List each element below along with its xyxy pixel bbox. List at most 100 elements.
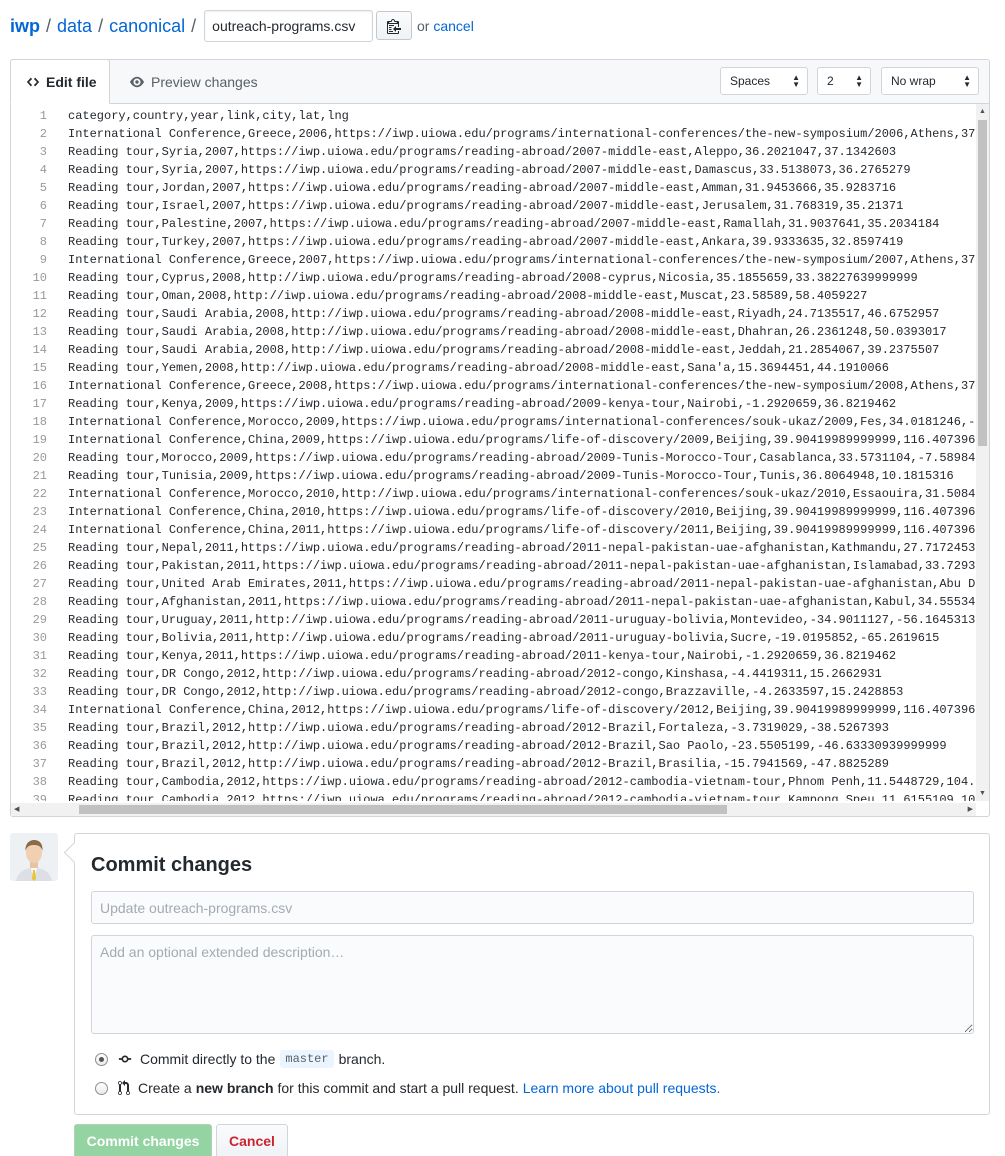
line-number: 25 bbox=[32, 541, 47, 555]
line-number: 23 bbox=[32, 505, 47, 519]
indent-size-value: 2 bbox=[827, 74, 834, 88]
line-text: category,country,year,link,city,lat,lng bbox=[68, 109, 349, 123]
line-text: Reading tour,Brazil,2012,http://iwp.uiow… bbox=[68, 721, 889, 735]
line-text: Reading tour,DR Congo,2012,http://iwp.ui… bbox=[68, 685, 904, 699]
line-text: Reading tour,Brazil,2012,http://iwp.uiow… bbox=[68, 757, 889, 771]
code-line: 25 Reading tour,Nepal,2011,https://iwp.ui… bbox=[11, 539, 989, 557]
line-text: International Conference,Morocco,2009,ht… bbox=[68, 415, 976, 429]
code-line: 35 Reading tour,Brazil,2012,http://iwp.ui… bbox=[11, 719, 989, 737]
code-line: 13 Reading tour,Saudi Arabia,2008,http://… bbox=[11, 323, 989, 341]
commit-description-textarea[interactable] bbox=[91, 935, 974, 1034]
line-text: International Conference,Greece,2006,htt… bbox=[68, 127, 976, 141]
line-number: 18 bbox=[32, 415, 47, 429]
scroll-right-icon[interactable]: ▶ bbox=[968, 805, 973, 813]
line-text: Reading tour,DR Congo,2012,http://iwp.ui… bbox=[68, 667, 882, 681]
line-text: Reading tour,Morocco,2009,https://iwp.ui… bbox=[68, 451, 976, 465]
horizontal-scrollbar[interactable]: ◀ ▶ bbox=[11, 803, 976, 816]
commit-new-suffix: for this commit and start a pull request… bbox=[277, 1080, 519, 1096]
line-number: 20 bbox=[32, 451, 47, 465]
code-line: 2 International Conference,Greece,2006,ht… bbox=[11, 125, 989, 143]
line-number: 15 bbox=[32, 361, 47, 375]
code-line: 29 Reading tour,Uruguay,2011,http://iwp.u… bbox=[11, 611, 989, 629]
or-text: or bbox=[417, 18, 430, 34]
vertical-scroll-thumb[interactable] bbox=[978, 120, 987, 446]
line-number: 21 bbox=[32, 469, 47, 483]
line-number: 17 bbox=[32, 397, 47, 411]
line-text: Reading tour,Syria,2007,https://iwp.uiow… bbox=[68, 145, 897, 159]
code-line: 3 Reading tour,Syria,2007,https://iwp.uio… bbox=[11, 143, 989, 161]
code-line: 18 International Conference,Morocco,2009,… bbox=[11, 413, 989, 431]
vertical-scrollbar[interactable]: ▲ ▼ bbox=[976, 104, 989, 801]
code-area[interactable]: 1 category,country,year,link,city,lat,lng… bbox=[11, 104, 989, 801]
file-editor: Edit file Preview changes Spaces ▲ ▼ 2 ▲ ▼… bbox=[10, 59, 990, 817]
code-line: 21 Reading tour,Tunisia,2009,https://iwp.… bbox=[11, 467, 989, 485]
line-number: 2 bbox=[39, 127, 47, 141]
breadcrumb-repo-link[interactable]: iwp bbox=[10, 16, 40, 37]
breadcrumb-data-link[interactable]: data bbox=[57, 16, 92, 37]
indent-size-select[interactable]: 2 ▲ ▼ bbox=[817, 67, 871, 95]
breadcrumb-separator: / bbox=[46, 15, 52, 36]
scroll-up-icon[interactable]: ▲ bbox=[979, 108, 986, 115]
clippy-icon bbox=[387, 18, 401, 34]
tab-edit-file[interactable]: Edit file bbox=[10, 59, 110, 104]
line-number: 10 bbox=[32, 271, 47, 285]
line-number: 5 bbox=[39, 181, 47, 195]
commit-new-bold: new branch bbox=[195, 1080, 274, 1096]
eye-icon bbox=[130, 76, 144, 87]
tab-preview-changes[interactable]: Preview changes bbox=[129, 59, 258, 104]
breadcrumb-canonical-link[interactable]: canonical bbox=[109, 16, 185, 37]
commit-direct-option[interactable]: Commit directly to the master branch. bbox=[95, 1049, 385, 1069]
editor-toolbar: Edit file Preview changes Spaces ▲ ▼ 2 ▲ ▼… bbox=[10, 59, 989, 104]
code-line: 30 Reading tour,Bolivia,2011,http://iwp.u… bbox=[11, 629, 989, 647]
scroll-left-icon[interactable]: ◀ bbox=[14, 805, 19, 813]
cancel-button[interactable]: Cancel bbox=[216, 1124, 288, 1156]
line-text: Reading tour,Afghanistan,2011,https://iw… bbox=[68, 595, 976, 609]
line-number: 7 bbox=[39, 217, 47, 231]
code-line: 19 International Conference,China,2009,ht… bbox=[11, 431, 989, 449]
code-line: 1 category,country,year,link,city,lat,lng bbox=[11, 107, 989, 125]
line-text: International Conference,Greece,2008,htt… bbox=[68, 379, 976, 393]
code-line: 28 Reading tour,Afghanistan,2011,https://… bbox=[11, 593, 989, 611]
code-line: 36 Reading tour,Brazil,2012,http://iwp.ui… bbox=[11, 737, 989, 755]
indent-mode-select[interactable]: Spaces ▲ ▼ bbox=[720, 67, 808, 95]
code-line: 8 Reading tour,Turkey,2007,https://iwp.ui… bbox=[11, 233, 989, 251]
line-text: International Conference,China,2011,http… bbox=[68, 523, 976, 537]
code-line: 22 International Conference,Morocco,2010,… bbox=[11, 485, 989, 503]
line-number: 6 bbox=[39, 199, 47, 213]
horizontal-scroll-thumb[interactable] bbox=[79, 805, 727, 814]
code-line: 6 Reading tour,Israel,2007,https://iwp.ui… bbox=[11, 197, 989, 215]
learn-more-pull-requests-link[interactable]: Learn more about pull requests. bbox=[523, 1080, 721, 1096]
line-text: Reading tour,Palestine,2007,https://iwp.… bbox=[68, 217, 940, 231]
copy-path-button[interactable] bbox=[376, 11, 412, 40]
filename-input[interactable] bbox=[204, 10, 374, 42]
line-number: 3 bbox=[39, 145, 47, 159]
line-text: Reading tour,Cambodia,2012,https://iwp.u… bbox=[68, 793, 976, 801]
line-number: 35 bbox=[32, 721, 47, 735]
commit-changes-button[interactable]: Commit changes bbox=[74, 1124, 212, 1156]
wrap-mode-select[interactable]: No wrap ▲ ▼ bbox=[881, 67, 979, 95]
commit-new-branch-radio[interactable] bbox=[95, 1081, 108, 1095]
code-line: 17 Reading tour,Kenya,2009,https://iwp.ui… bbox=[11, 395, 989, 413]
code-line: 38 Reading tour,Cambodia,2012,https://iwp… bbox=[11, 773, 989, 791]
line-number: 11 bbox=[32, 289, 47, 303]
line-text: Reading tour,Bolivia,2011,http://iwp.uio… bbox=[68, 631, 940, 645]
line-number: 36 bbox=[32, 739, 47, 753]
line-number: 34 bbox=[32, 703, 47, 717]
branch-name: master bbox=[280, 1050, 334, 1068]
line-text: Reading tour,Israel,2007,https://iwp.uio… bbox=[68, 199, 904, 213]
line-text: International Conference,China,2009,http… bbox=[68, 433, 976, 447]
user-avatar-icon bbox=[10, 833, 58, 881]
code-lines: 1 category,country,year,link,city,lat,lng… bbox=[11, 104, 989, 801]
commit-summary-input[interactable] bbox=[91, 891, 974, 924]
commit-direct-radio[interactable] bbox=[95, 1052, 108, 1066]
cancel-link[interactable]: cancel bbox=[433, 18, 473, 34]
line-text: Reading tour,Cambodia,2012,https://iwp.u… bbox=[68, 775, 976, 789]
code-icon bbox=[26, 77, 40, 86]
code-line: 39 Reading tour,Cambodia,2012,https://iwp… bbox=[11, 791, 989, 801]
breadcrumb-separator: / bbox=[191, 15, 197, 36]
line-number: 26 bbox=[32, 559, 47, 573]
scroll-down-icon[interactable]: ▼ bbox=[979, 790, 986, 797]
code-line: 14 Reading tour,Saudi Arabia,2008,http://… bbox=[11, 341, 989, 359]
line-number: 4 bbox=[39, 163, 47, 177]
commit-new-branch-option[interactable]: Create a new branch for this commit and … bbox=[95, 1078, 720, 1098]
